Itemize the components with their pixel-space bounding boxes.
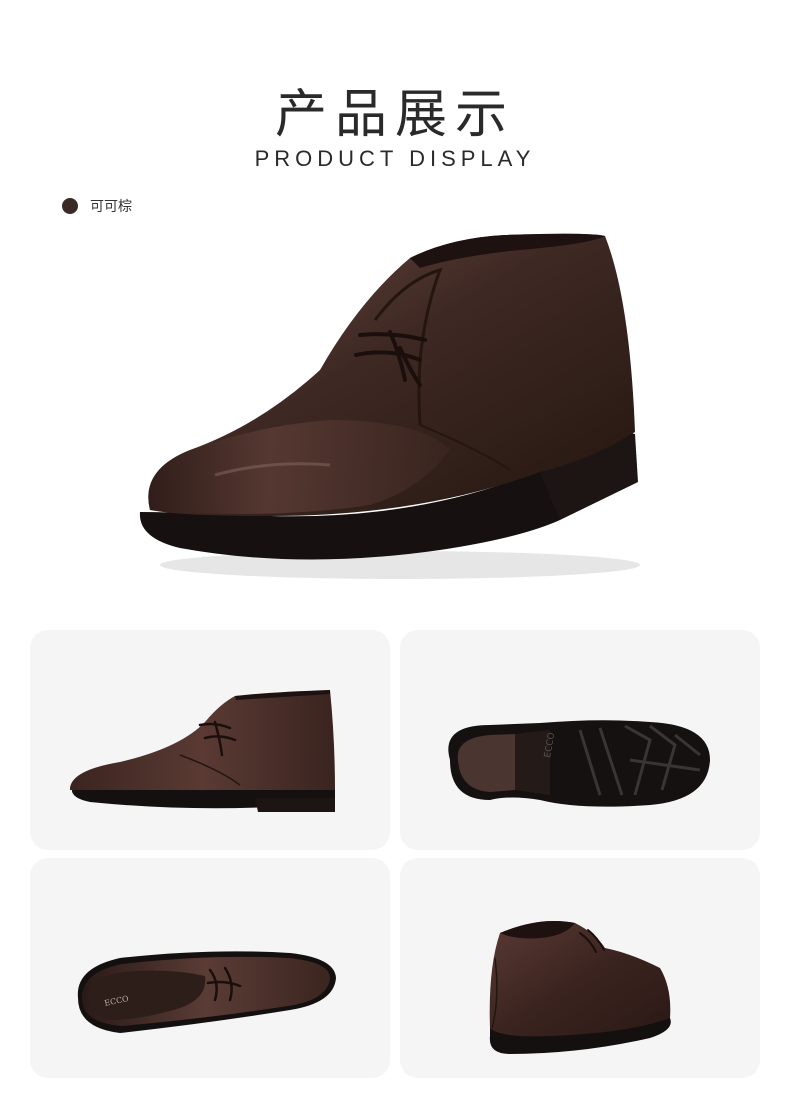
color-option[interactable]: 可可棕 — [62, 196, 132, 216]
page-subtitle: PRODUCT DISPLAY — [254, 146, 536, 171]
shoe-sole-view-card[interactable]: ECCO — [400, 630, 760, 850]
shoe-sole-view-image: ECCO — [448, 720, 710, 807]
shoe-top-view-image: ECCO — [77, 951, 336, 1033]
shoe-side-view-card[interactable] — [30, 630, 390, 850]
shoe-top-view-card[interactable]: ECCO — [30, 858, 390, 1078]
shoe-hero-illustration — [139, 233, 640, 579]
shoe-rear-view-image — [489, 920, 671, 1054]
shoe-side-view-image — [70, 690, 335, 812]
shoe-hero-image — [120, 220, 660, 600]
color-swatch[interactable] — [62, 198, 78, 214]
shoe-rear-view-card[interactable] — [400, 858, 760, 1078]
page-title: 产品展示 — [274, 85, 515, 145]
color-label: 可可棕 — [90, 199, 132, 215]
